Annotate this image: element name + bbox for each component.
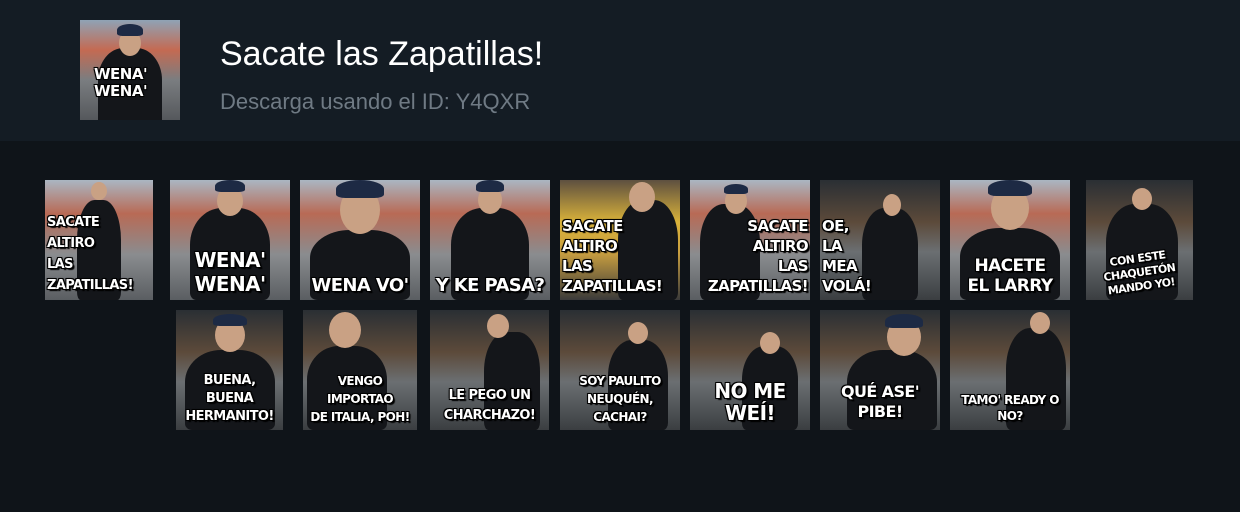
sticker-item[interactable]: OE, LA MEA VOLÁ! [820,180,940,300]
sticker-cap-icon [724,184,748,194]
sticker-row-2: BUENA, BUENA HERMANITO! VENGO IMPORTAO D… [0,310,1240,430]
sticker-item[interactable]: NO ME WEÍ! [690,310,810,430]
sticker-caption: LE PEGO UN CHARCHAZO! [443,388,536,423]
sticker-item[interactable]: Y KE PASA? [430,180,550,300]
sticker-person-head [329,312,361,348]
sticker-caption: WENA' WENA' [194,248,266,296]
pack-title: Sacate las Zapatillas! [220,35,544,73]
sticker-person-head [1030,312,1050,334]
sticker-caption: WENA VO' [311,275,409,296]
sticker-item[interactable]: TAMO' READY O NO? [950,310,1070,430]
sticker-item[interactable]: SOY PAULITO NEUQUÉN, CACHAI? [560,310,680,430]
sticker-caption: VENGO IMPORTAO DE ITALIA, POH! [310,374,410,424]
sticker-caption: HACETE EL LARRY [967,256,1053,296]
sticker-person-head [883,194,901,216]
pack-header: WENA' WENA' Sacate las Zapatillas! Desca… [0,0,1240,141]
sticker-item[interactable]: SACATE ALTIRO LAS ZAPATILLAS! [45,180,153,300]
cover-sticker-text: WENA' WENA' [94,65,148,100]
pack-download-id: Descarga usando el ID: Y4QXR [220,89,531,114]
sticker-caption: TAMO' READY O NO? [961,393,1059,423]
sticker-item[interactable]: WENA' WENA' [170,180,290,300]
sticker-item[interactable]: WENA VO' [300,180,420,300]
sticker-caption: SOY PAULITO NEUQUÉN, CACHAI? [579,374,661,424]
sticker-cap-icon [476,180,504,192]
sticker-caption: OE, LA MEA VOLÁ! [822,217,872,295]
sticker-cap-icon [215,180,245,192]
sticker-item[interactable]: SACATE ALTIRO LAS ZAPATILLAS! [560,180,680,300]
sticker-person-head [760,332,780,354]
sticker-item[interactable]: LE PEGO UN CHARCHAZO! [430,310,549,430]
sticker-person-head [487,314,509,338]
sticker-caption: QUÉ ASE' PIBE! [840,382,920,421]
sticker-item[interactable]: VENGO IMPORTAO DE ITALIA, POH! [303,310,417,430]
sticker-caption: Y KE PASA? [435,275,545,296]
sticker-person-head [629,182,655,212]
sticker-cap-icon [336,180,384,198]
sticker-item[interactable]: HACETE EL LARRY [950,180,1070,300]
sticker-item[interactable]: CON ESTE CHAQUETÓN MANDO YO! [1086,180,1193,300]
pack-cover-image: WENA' WENA' [80,20,180,120]
sticker-item[interactable]: BUENA, BUENA HERMANITO! [176,310,283,430]
sticker-item[interactable]: SACATE ALTIRO LAS ZAPATILLAS! [690,180,810,300]
sticker-caption: SACATE ALTIRO LAS ZAPATILLAS! [562,217,663,295]
sticker-person-head [628,322,648,344]
sticker-caption: SACATE ALTIRO LAS ZAPATILLAS! [47,215,134,293]
sticker-item[interactable]: QUÉ ASE' PIBE! [820,310,940,430]
sticker-person-head [91,182,107,200]
sticker-caption: SACATE ALTIRO LAS ZAPATILLAS! [707,217,809,295]
sticker-cap-icon [212,314,247,326]
sticker-caption: BUENA, BUENA HERMANITO! [185,373,274,424]
sticker-person-head [1132,188,1152,210]
sticker-cap-icon [988,180,1032,196]
cover-cap-icon [117,24,143,36]
sticker-cap-icon [885,314,923,328]
sticker-caption: NO ME WEÍ! [714,379,786,425]
sticker-row-1: SACATE ALTIRO LAS ZAPATILLAS! WENA' WENA… [0,180,1240,300]
